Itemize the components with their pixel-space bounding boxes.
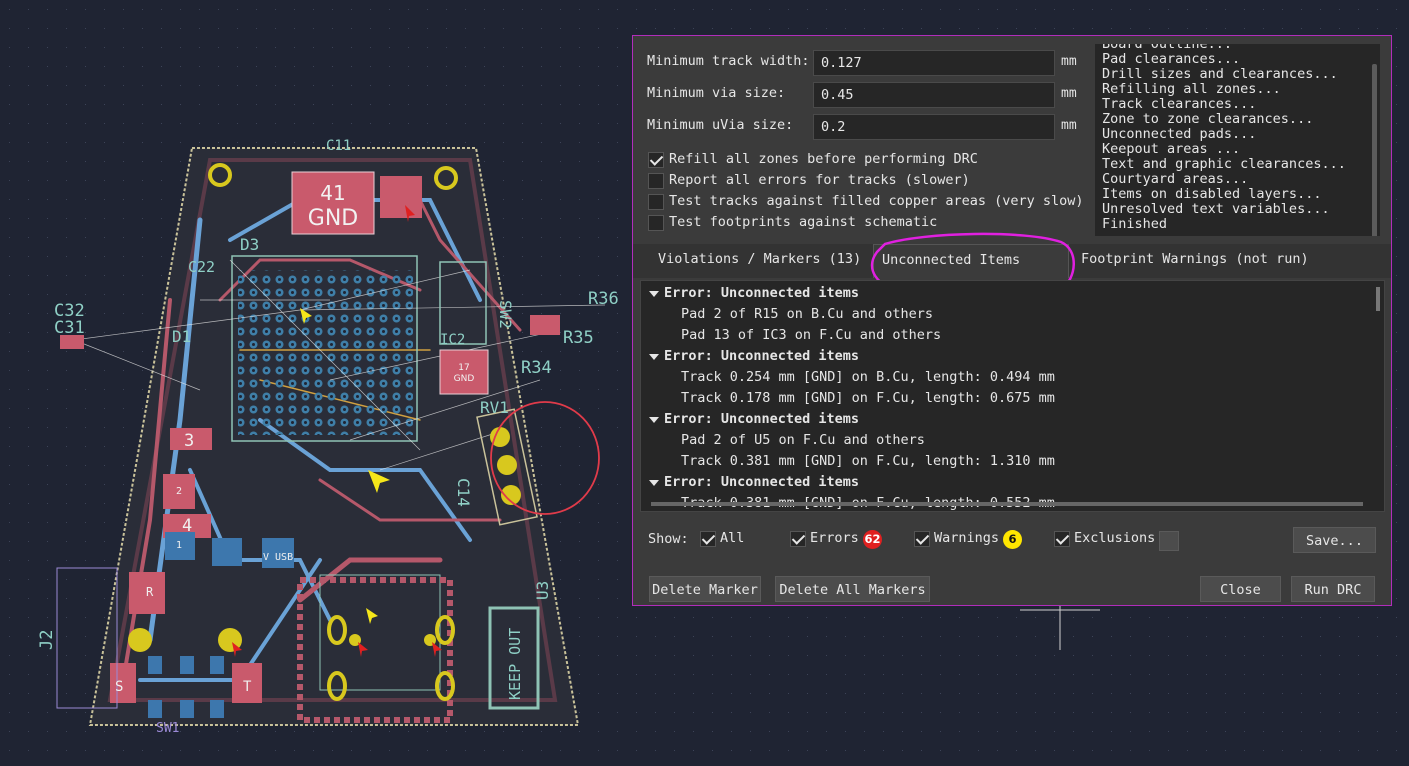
bga-footprint — [238, 270, 413, 435]
svg-text:C14: C14 — [454, 478, 473, 507]
svg-text:4: 4 — [182, 516, 192, 536]
min-uvia-size-label: Minimum uVia size: — [647, 117, 794, 133]
list-item[interactable]: Pad 2 of U5 on F.Cu and others — [641, 430, 1384, 451]
tab-violations[interactable]: Violations / Markers (13) — [650, 244, 869, 278]
progress-line: Zone to zone clearances... — [1102, 111, 1314, 127]
svg-text:C22: C22 — [188, 258, 215, 276]
progress-line: Pad clearances... — [1102, 51, 1241, 67]
test-tracks-copper-label: Test tracks against filled copper areas … — [669, 193, 1084, 209]
pad-label: GND — [454, 374, 475, 384]
progress-line: Unresolved text variables... — [1102, 201, 1330, 217]
min-uvia-size-input[interactable]: 0.2 — [813, 114, 1055, 140]
list-item[interactable]: Track 0.254 mm [GND] on B.Cu, length: 0.… — [641, 367, 1384, 388]
svg-text:3: 3 — [184, 431, 194, 451]
pad-label: GND — [308, 206, 358, 231]
svg-text:1: 1 — [176, 540, 182, 551]
svg-text:R: R — [146, 585, 154, 599]
svg-text:RV1: RV1 — [480, 398, 509, 417]
pad-label: 41 — [320, 181, 345, 205]
save-button[interactable]: Save... — [1293, 527, 1376, 553]
delete-marker-button[interactable]: Delete Marker — [649, 576, 761, 602]
svg-text:2: 2 — [176, 486, 182, 497]
show-label: Show: — [648, 531, 689, 547]
progress-line: Items on disabled layers... — [1102, 186, 1322, 202]
list-item[interactable]: Track 0.381 mm [GND] on F.Cu, length: 1.… — [641, 451, 1384, 472]
show-errors-label: Errors — [810, 530, 859, 546]
delete-all-markers-button[interactable]: Delete All Markers — [775, 576, 930, 602]
test-tracks-copper-checkbox[interactable] — [648, 194, 664, 210]
report-all-errors-label: Report all errors for tracks (slower) — [669, 172, 970, 188]
svg-text:SW1: SW1 — [156, 721, 179, 736]
svg-text:T: T — [243, 679, 252, 695]
show-exclusions-checkbox[interactable] — [1054, 531, 1070, 547]
svg-text:IC2: IC2 — [440, 332, 465, 348]
error-group-header[interactable]: Error: Unconnected items — [641, 346, 1384, 367]
show-warnings-checkbox[interactable] — [914, 531, 930, 547]
svg-text:V USB: V USB — [263, 552, 293, 563]
progress-line: Finished — [1102, 216, 1168, 232]
list-vertical-scrollbar[interactable] — [1376, 287, 1380, 311]
progress-line: Courtyard areas... — [1102, 171, 1249, 187]
list-item[interactable]: Pad 13 of IC3 on F.Cu and others — [641, 325, 1384, 346]
svg-text:D3: D3 — [240, 235, 259, 254]
min-via-size-unit: mm — [1061, 86, 1077, 101]
test-footprints-checkbox[interactable] — [648, 215, 664, 231]
min-via-size-input[interactable]: 0.45 — [813, 82, 1055, 108]
errors-count-badge: 62 — [863, 530, 882, 549]
svg-text:R35: R35 — [563, 328, 594, 348]
error-group-header[interactable]: Error: Unconnected items — [641, 409, 1384, 430]
warnings-count-badge: 6 — [1003, 530, 1022, 549]
refill-zones-label: Refill all zones before performing DRC — [669, 151, 978, 167]
min-track-width-unit: mm — [1061, 54, 1077, 69]
svg-text:C31: C31 — [54, 318, 85, 338]
progress-line: Unconnected pads... — [1102, 126, 1257, 142]
close-button[interactable]: Close — [1200, 576, 1281, 602]
drc-dialog: Minimum track width: 0.127 mm Minimum vi… — [632, 35, 1392, 606]
progress-line: Keepout areas ... — [1102, 141, 1241, 157]
report-all-errors-checkbox[interactable] — [648, 173, 664, 189]
show-all-checkbox[interactable] — [700, 531, 716, 547]
show-exclusions-label: Exclusions — [1074, 530, 1156, 546]
error-group-header[interactable]: Error: Unconnected items — [641, 283, 1384, 304]
list-item[interactable]: Track 0.178 mm [GND] on F.Cu, length: 0.… — [641, 388, 1384, 409]
svg-text:R34: R34 — [521, 358, 552, 378]
svg-text:R36: R36 — [588, 289, 619, 309]
progress-line: Refilling all zones... — [1102, 81, 1281, 97]
svg-text:S: S — [115, 679, 123, 695]
pad-label: 17 — [458, 363, 469, 373]
svg-text:U3: U3 — [533, 581, 552, 600]
test-footprints-label: Test footprints against schematic — [669, 214, 938, 230]
svg-text:J2: J2 — [37, 630, 57, 650]
exclusions-count-box — [1159, 531, 1179, 551]
drc-progress-log[interactable]: Board Outline... Pad clearances... Drill… — [1095, 44, 1380, 236]
list-horizontal-scrollbar[interactable] — [651, 502, 1363, 506]
progress-line: Text and graphic clearances... — [1102, 156, 1346, 172]
tab-footprint-warnings[interactable]: Footprint Warnings (not run) — [1073, 244, 1317, 278]
svg-text:D1: D1 — [172, 327, 191, 346]
show-errors-checkbox[interactable] — [790, 531, 806, 547]
progress-scrollbar[interactable] — [1372, 64, 1377, 236]
show-warnings-label: Warnings — [934, 530, 1000, 546]
progress-line: Track clearances... — [1102, 96, 1257, 112]
svg-text:KEEP OUT: KEEP OUT — [506, 628, 524, 700]
run-drc-button[interactable]: Run DRC — [1291, 576, 1375, 602]
unconnected-items-list[interactable]: Error: Unconnected items Pad 2 of R15 on… — [640, 280, 1385, 512]
progress-line: Drill sizes and clearances... — [1102, 66, 1338, 82]
show-all-label: All — [720, 530, 745, 546]
svg-text:C11: C11 — [326, 138, 351, 154]
min-track-width-label: Minimum track width: — [647, 53, 810, 69]
min-uvia-size-unit: mm — [1061, 118, 1077, 133]
refill-zones-checkbox[interactable] — [648, 152, 664, 168]
min-via-size-label: Minimum via size: — [647, 85, 786, 101]
list-item[interactable]: Pad 2 of R15 on B.Cu and others — [641, 304, 1384, 325]
error-group-header[interactable]: Error: Unconnected items — [641, 472, 1384, 493]
svg-text:SW2: SW2 — [496, 300, 515, 329]
min-track-width-input[interactable]: 0.127 — [813, 50, 1055, 76]
